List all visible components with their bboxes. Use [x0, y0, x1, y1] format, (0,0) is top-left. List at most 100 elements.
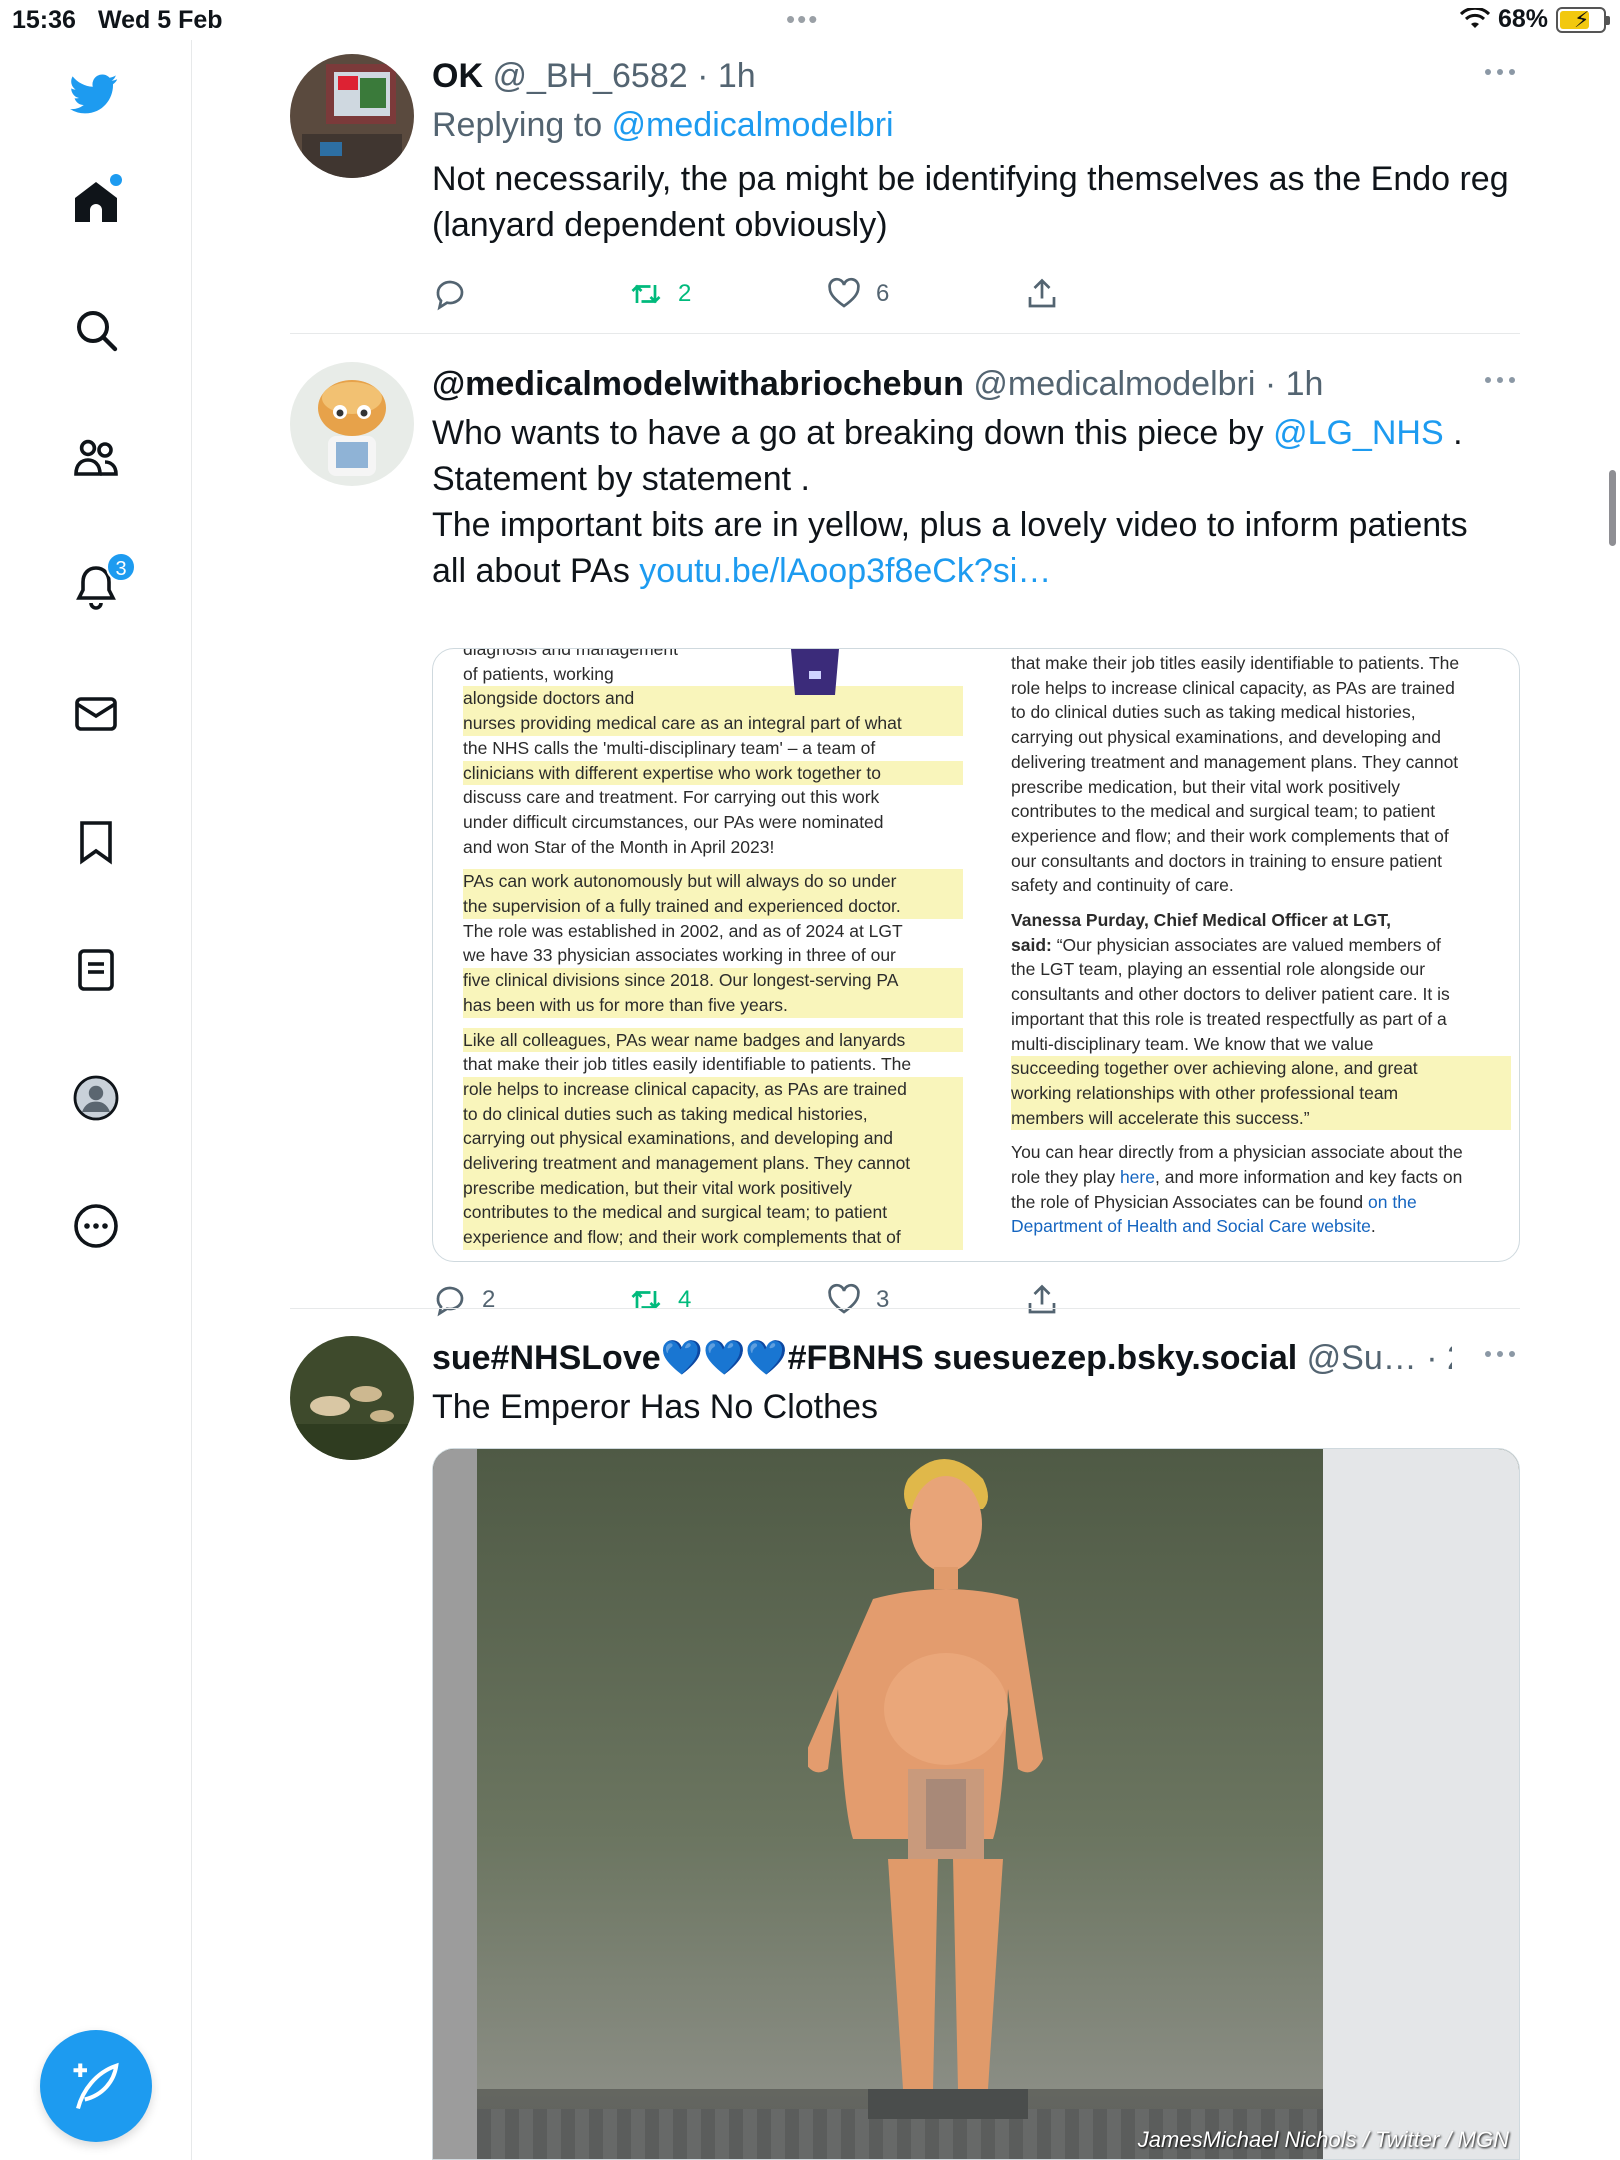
- statue-figure: [808, 1459, 1043, 2119]
- retweet-button[interactable]: 4: [628, 1282, 691, 1318]
- document-text-line: said: “Our physician associates are valu…: [1011, 933, 1511, 958]
- document-text-line: diagnosis and management: [463, 648, 679, 659]
- document-text-line: alongside doctors and: [463, 686, 963, 712]
- text-segment: Who wants to have a go at breaking down …: [432, 414, 1274, 452]
- communities-icon[interactable]: [68, 430, 124, 486]
- multitasking-dots-icon[interactable]: •••: [786, 4, 819, 35]
- photo-credit: JamesMichael Nichols / Twitter / MGN: [1137, 2127, 1509, 2152]
- tweet-divider: [290, 333, 1520, 334]
- status-right: 68% ⚡: [1459, 5, 1610, 34]
- reply-icon: [436, 280, 464, 311]
- tweet-actions: 2 4 3: [432, 1282, 1520, 1332]
- reply-count: 2: [482, 1286, 496, 1313]
- document-text-line: consultants and other doctors to deliver…: [1011, 984, 1450, 1005]
- document-text-line: we have 33 physician associates working …: [463, 945, 896, 966]
- author-name[interactable]: sue#NHSLove💙💙💙#FBNHS suesuezep.bsky.soci…: [432, 1339, 1297, 1377]
- retweet-icon: [631, 284, 661, 304]
- share-icon: [1028, 278, 1056, 308]
- like-button[interactable]: 3: [826, 1282, 889, 1318]
- notifications-badge: 3: [106, 552, 136, 582]
- document-link[interactable]: Department of Health and Social Care web…: [1011, 1216, 1371, 1236]
- more-options-icon[interactable]: [68, 1198, 124, 1254]
- profile-avatar-icon[interactable]: [68, 1070, 124, 1126]
- avatar[interactable]: [290, 1336, 414, 1460]
- notifications-bell-icon[interactable]: 3: [68, 552, 136, 614]
- tweet-actions: 2 6: [432, 276, 1520, 326]
- twitter-logo-icon[interactable]: [66, 66, 122, 122]
- tweet-item[interactable]: sue#NHSLove💙💙💙#FBNHS suesuezep.bsky.soci…: [290, 1336, 1520, 2160]
- author-name[interactable]: OK: [432, 57, 483, 95]
- more-icon[interactable]: [1480, 1344, 1520, 1364]
- mention-link[interactable]: @LG_NHS: [1273, 414, 1444, 452]
- status-bar: 15:36 Wed 5 Feb ••• 68% ⚡: [0, 0, 1620, 40]
- reply-button[interactable]: [432, 276, 482, 312]
- more-icon[interactable]: [1480, 370, 1520, 390]
- avatar[interactable]: [290, 362, 414, 486]
- photo-frame-left: [433, 1449, 477, 2159]
- search-icon[interactable]: [68, 302, 124, 358]
- share-button[interactable]: [1024, 276, 1060, 312]
- avatar[interactable]: [290, 54, 414, 178]
- document-text-segment: the role of Physician Associates can be …: [1011, 1191, 1369, 1212]
- document-text-segment: “Our physician associates are valued mem…: [1051, 934, 1441, 955]
- document-text-line: the LGT team, playing an essential role …: [1011, 959, 1426, 980]
- lanyard-photo: [791, 649, 839, 695]
- document-text-line: experience and flow; and their work comp…: [1011, 825, 1449, 846]
- document-text-line: that make their job titles easily identi…: [463, 1054, 912, 1075]
- document-text-line: contributes to the medical and surgical …: [1011, 801, 1436, 822]
- tweet-media-photo[interactable]: JamesMichael Nichols / Twitter / MGN: [432, 1448, 1520, 2160]
- heart-icon: [828, 277, 860, 308]
- document-text-line: the role of Physician Associates can be …: [1011, 1190, 1511, 1215]
- external-link[interactable]: youtu.be/lAoop3f8eCk?si…: [639, 552, 1051, 590]
- document-text-line: role they play here, and more informatio…: [1011, 1165, 1511, 1190]
- document-text-line: under difficult circumstances, our PAs w…: [463, 811, 884, 832]
- document-text-line: Department of Health and Social Care web…: [1011, 1214, 1511, 1239]
- document-text-line: experience and flow; and their work comp…: [463, 1225, 963, 1250]
- retweet-count: 2: [678, 280, 692, 307]
- replying-to: Replying to @medicalmodelbri: [432, 102, 1520, 148]
- document-text-line: prescribe medication, but their vital wo…: [463, 1175, 963, 1201]
- like-count: 6: [876, 280, 890, 307]
- tweet-header: sue#NHSLove💙💙💙#FBNHS suesuezep.bsky.soci…: [432, 1336, 1452, 1380]
- document-text-line: role helps to increase clinical capacity…: [1011, 677, 1455, 698]
- document-link[interactable]: here: [1120, 1167, 1155, 1187]
- tweet-item[interactable]: @medicalmodelwithabriochebun @medicalmod…: [290, 362, 1520, 1322]
- more-icon[interactable]: [1480, 62, 1520, 82]
- document-text-line: has been with us for more than five year…: [463, 992, 963, 1018]
- document-text-line: contributes to the medical and surgical …: [463, 1200, 963, 1226]
- text-segment: .: [1443, 414, 1463, 452]
- document-text-segment: , and more information and key facts on: [1154, 1167, 1463, 1188]
- bookmarks-icon[interactable]: [68, 814, 124, 870]
- document-text-line: prescribe medication, but their vital wo…: [1011, 776, 1401, 797]
- share-button[interactable]: [1024, 1282, 1060, 1318]
- sidebar: 3: [0, 40, 192, 2160]
- tweet-item[interactable]: OK @_BH_6582 · 1h Replying to @medicalmo…: [290, 54, 1520, 344]
- home-icon[interactable]: [68, 174, 124, 230]
- document-text-line: carrying out physical examinations, and …: [1011, 727, 1441, 748]
- tweet-text-line: (lanyard dependent obviously): [432, 206, 888, 244]
- tweet-text-line: Who wants to have a go at breaking down …: [432, 410, 1520, 456]
- author-handle: @medicalmodelbri: [973, 365, 1256, 403]
- like-count: 3: [876, 1286, 890, 1313]
- document-link[interactable]: on the: [1368, 1192, 1417, 1212]
- author-name[interactable]: @medicalmodelwithabriochebun: [432, 365, 964, 403]
- author-handle: @_BH_6582: [492, 57, 688, 95]
- tweet-body: sue#NHSLove💙💙💙#FBNHS suesuezep.bsky.soci…: [432, 1336, 1520, 2160]
- tweet-media-image[interactable]: diagnosis and management of patients, wor…: [432, 648, 1520, 1262]
- document-text-line: The role was established in 2002, and as…: [463, 920, 903, 941]
- mention-link[interactable]: @medicalmodelbri: [612, 106, 894, 144]
- document-text-line: to do clinical duties such as taking med…: [1011, 702, 1416, 723]
- scrollbar-thumb[interactable]: [1609, 470, 1616, 546]
- reply-button[interactable]: 2: [432, 1282, 495, 1318]
- tweet-text-line: Not necessarily, the pa might be identif…: [432, 160, 1509, 198]
- like-button[interactable]: 6: [826, 276, 889, 312]
- compose-tweet-button[interactable]: [40, 2030, 152, 2142]
- retweet-button[interactable]: 2: [628, 276, 691, 312]
- battery-icon: ⚡: [1556, 6, 1610, 33]
- tweet-time: · 1h: [697, 57, 756, 95]
- lists-icon[interactable]: [68, 942, 124, 998]
- document-text-line: the NHS calls the 'multi-disciplinary te…: [463, 737, 876, 758]
- messages-envelope-icon[interactable]: [68, 686, 124, 742]
- tweet-header: @medicalmodelwithabriochebun @medicalmod…: [432, 362, 1520, 406]
- heart-icon: [828, 1283, 860, 1314]
